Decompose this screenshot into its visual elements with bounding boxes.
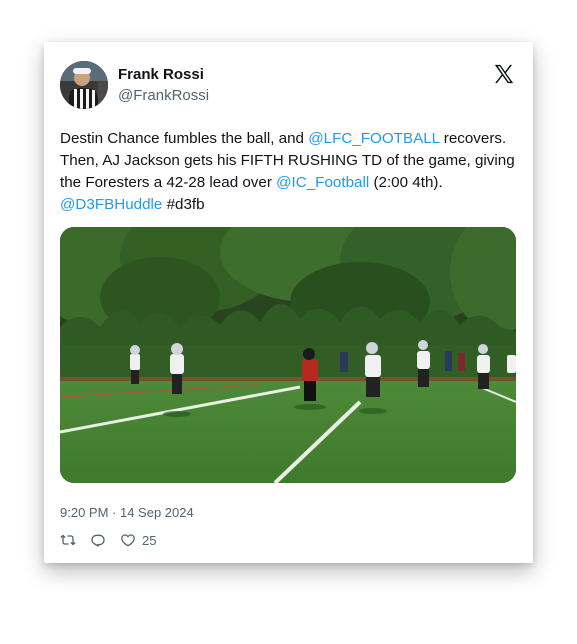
tweet-text-part: (2:00 4th). <box>369 174 443 191</box>
mention-link-d3fb[interactable]: @D3FBHuddle <box>60 196 162 213</box>
football-game-photo <box>60 227 516 483</box>
tweet-text-part: Destin Chance fumbles the ball, and <box>60 130 309 147</box>
tweet-text: Destin Chance fumbles the ball, and @LFC… <box>60 128 520 216</box>
retweet-button[interactable] <box>60 532 76 548</box>
mention-link-ic[interactable]: @IC_Football <box>276 174 369 191</box>
author-handle[interactable]: @FrankRossi <box>118 87 209 104</box>
x-logo-icon[interactable] <box>493 63 515 85</box>
author-name[interactable]: Frank Rossi <box>118 66 204 83</box>
like-button[interactable]: 25 <box>120 532 156 548</box>
author-avatar[interactable] <box>60 61 108 109</box>
avatar-image <box>60 61 108 109</box>
tweet-actions: 25 <box>60 531 170 549</box>
tweet-media-photo[interactable] <box>60 227 516 483</box>
retweet-icon <box>60 534 76 546</box>
like-count: 25 <box>142 532 157 548</box>
heart-icon <box>121 534 135 547</box>
reply-icon <box>91 534 105 547</box>
tweet-card: Frank Rossi @FrankRossi Destin Chance fu… <box>44 42 533 563</box>
reply-button[interactable] <box>90 532 106 548</box>
hashtag-text[interactable]: #d3fb <box>162 196 205 213</box>
tweet-timestamp[interactable]: 9:20 PM · 14 Sep 2024 <box>60 505 194 520</box>
mention-link-lfc[interactable]: @LFC_FOOTBALL <box>308 130 439 147</box>
